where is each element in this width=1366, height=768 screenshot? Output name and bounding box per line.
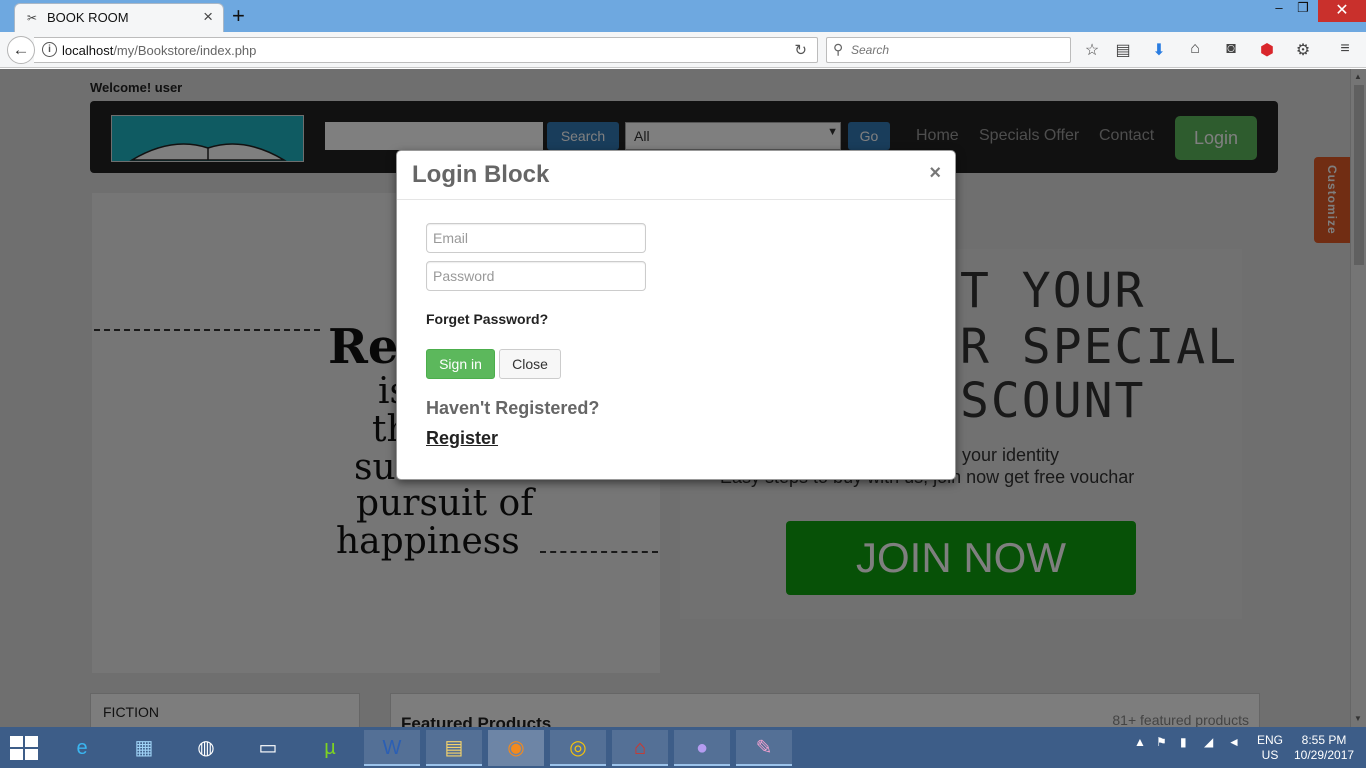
browser-search-input[interactable] [851,41,1061,59]
adblock-icon[interactable]: ⬢ [1256,40,1278,60]
pocket-icon[interactable]: ◙ [1220,40,1242,58]
search-icon: ⚲ [833,41,844,57]
page-icon: ✂ [27,11,38,25]
network-icon[interactable]: ◢ [1204,735,1213,749]
command-prompt-icon[interactable]: ▭ [240,730,296,766]
login-modal: Login Block × Forget Password? Sign in C… [396,150,956,480]
screenshot-icon[interactable]: ⚙ [1292,40,1314,60]
forgot-password-link[interactable]: Forget Password? [426,311,548,327]
start-button[interactable] [10,736,38,760]
back-button[interactable]: ← [7,36,35,64]
volume-icon[interactable]: ◄ [1228,735,1240,749]
download-icon[interactable]: ⬇ [1148,40,1170,60]
info-icon[interactable]: i [42,42,57,57]
email-field[interactable] [426,223,646,253]
utorrent-icon[interactable]: µ [302,730,358,766]
battery-icon[interactable]: ▮ [1180,735,1187,749]
cat-app-icon[interactable]: ● [674,730,730,766]
chrome-icon[interactable]: ◎ [550,730,606,766]
modal-title: Login Block [412,161,550,188]
home-icon[interactable]: ⌂ [1184,40,1206,58]
browser-nav-bar: i localhost/my/Bookstore/index.php ↻ ← ⚲… [0,32,1366,68]
reading-list-icon[interactable]: ▤ [1112,40,1134,60]
close-button[interactable]: Close [499,349,561,379]
reload-icon[interactable]: ↻ [794,41,807,59]
not-registered-text: Haven't Registered? [426,398,600,418]
tab-close-icon[interactable]: × [203,7,213,27]
register-link[interactable]: Register [426,428,498,449]
modal-header: Login Block × [397,151,955,200]
action-center-icon[interactable]: ⚑ [1156,735,1167,749]
browser-search-bar[interactable]: ⚲ [826,37,1071,63]
bookmark-star-icon[interactable]: ☆ [1081,40,1103,60]
url-text: localhost/my/Bookstore/index.php [62,43,257,58]
word-icon[interactable]: W [364,730,420,766]
paint-icon[interactable]: ✎ [736,730,792,766]
firefox-icon[interactable]: ◉ [488,730,544,766]
menu-icon[interactable]: ≡ [1334,40,1356,58]
file-explorer-icon[interactable]: ▤ [426,730,482,766]
tab-title: BOOK ROOM [47,10,129,25]
url-bar[interactable]: i localhost/my/Bookstore/index.php ↻ [34,37,818,63]
new-tab-icon[interactable]: + [232,3,245,29]
internet-explorer-icon[interactable]: e [54,730,110,766]
tray-expand-icon[interactable]: ▲ [1134,735,1146,749]
sign-in-button[interactable]: Sign in [426,349,495,379]
language-indicator[interactable]: ENG US [1256,733,1284,763]
restore-icon[interactable]: ❐ [1288,0,1318,22]
windows-logo-icon [10,736,23,747]
browser-tab-bar: ✂ BOOK ROOM × + – ❐ ✕ [0,0,1366,32]
control-panel-icon[interactable]: ▦ [116,730,172,766]
browser-tab[interactable]: ✂ BOOK ROOM × [14,3,224,32]
windows-taskbar: e ▦ ◍ ▭ µ W ▤ ◉ ◎ ⌂ ● ✎ ▲ ⚑ ▮ ◢ ◄ ENG US… [0,727,1366,768]
apple-app-icon[interactable]: ◍ [178,730,234,766]
clock[interactable]: 8:55 PM 10/29/2017 [1294,733,1354,763]
modal-close-icon[interactable]: × [929,162,941,185]
window-close-icon[interactable]: ✕ [1318,0,1366,22]
acrobat-icon[interactable]: ⌂ [612,730,668,766]
password-field[interactable] [426,261,646,291]
